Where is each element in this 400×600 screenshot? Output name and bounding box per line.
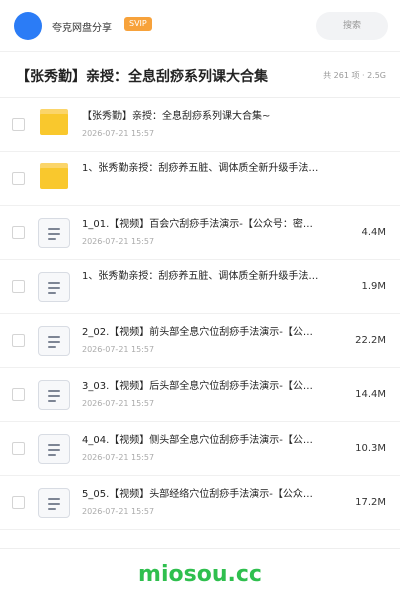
- footer-divider: [0, 548, 400, 549]
- avatar[interactable]: [14, 12, 42, 40]
- item-checkbox[interactable]: [12, 496, 25, 509]
- item-date: 2026-07-21 15:57: [82, 399, 155, 408]
- item-date: 2026-07-21 15:57: [82, 345, 155, 354]
- item-checkbox[interactable]: [12, 118, 25, 131]
- item-name: 2_02.【视频】前头部全息穴位刮痧手法演示-【公…: [82, 327, 313, 338]
- item-date: 2026-07-21 15:57: [82, 507, 155, 516]
- list-item[interactable]: 1、张秀勤亲授：刮痧养五脏、调体质全新升级手法…: [0, 152, 400, 206]
- item-checkbox[interactable]: [12, 172, 25, 185]
- item-name: 4_04.【视频】侧头部全息穴位刮痧手法演示-【公…: [82, 435, 313, 446]
- list-item[interactable]: 1、张秀勤亲授：刮痧养五脏、调体质全新升级手法… 1.9M: [0, 260, 400, 314]
- item-date: 2026-07-21 15:57: [82, 129, 155, 138]
- file-list: 【张秀勤】亲授：全息刮痧系列课大合集~ 2026-07-21 15:57 1、张…: [0, 98, 400, 530]
- item-name: 3_03.【视频】后头部全息穴位刮痧手法演示-【公…: [82, 381, 313, 392]
- list-item[interactable]: 1_01.【视频】百会穴刮痧手法演示-【公众号：密… 2026-07-21 15…: [0, 206, 400, 260]
- item-name: 1、张秀勤亲授：刮痧养五脏、调体质全新升级手法…: [82, 163, 319, 174]
- list-item[interactable]: 5_05.【视频】头部经络穴位刮痧手法演示-【公众… 2026-07-21 15…: [0, 476, 400, 530]
- item-name: 1、张秀勤亲授：刮痧养五脏、调体质全新升级手法…: [82, 271, 319, 282]
- list-item[interactable]: 【张秀勤】亲授：全息刮痧系列课大合集~ 2026-07-21 15:57: [0, 98, 400, 152]
- item-size: 4.4M: [361, 227, 386, 238]
- item-date: 2026-07-21 15:57: [82, 237, 155, 246]
- item-checkbox[interactable]: [12, 280, 25, 293]
- file-icon: [38, 272, 70, 302]
- watermark: miosou.cc: [138, 562, 262, 587]
- file-icon: [38, 380, 70, 410]
- item-checkbox[interactable]: [12, 442, 25, 455]
- item-name: 【张秀勤】亲授：全息刮痧系列课大合集~: [82, 111, 271, 122]
- item-size: 10.3M: [355, 443, 386, 454]
- list-item[interactable]: 4_04.【视频】侧头部全息穴位刮痧手法演示-【公… 2026-07-21 15…: [0, 422, 400, 476]
- list-item[interactable]: 2_02.【视频】前头部全息穴位刮痧手法演示-【公… 2026-07-21 15…: [0, 314, 400, 368]
- item-checkbox[interactable]: [12, 388, 25, 401]
- file-icon: [38, 218, 70, 248]
- svip-badge: SVIP: [124, 17, 152, 31]
- item-size: 22.2M: [355, 335, 386, 346]
- item-name: 5_05.【视频】头部经络穴位刮痧手法演示-【公众…: [82, 489, 313, 500]
- file-icon: [38, 488, 70, 518]
- file-icon: [38, 434, 70, 464]
- title-row: 【张秀勤】亲授：全息刮痧系列课大合集 共 261 项 · 2.5G: [0, 52, 400, 98]
- page-title: 【张秀勤】亲授：全息刮痧系列课大合集: [16, 69, 268, 85]
- item-count: 共 261 项 · 2.5G: [323, 71, 386, 80]
- folder-icon: [40, 163, 68, 189]
- app-name: 夸克网盘分享: [52, 23, 112, 34]
- item-size: 1.9M: [361, 281, 386, 292]
- top-bar: 夸克网盘分享 SVIP 搜索: [0, 0, 400, 52]
- item-name: 1_01.【视频】百会穴刮痧手法演示-【公众号：密…: [82, 219, 313, 230]
- file-icon: [38, 326, 70, 356]
- folder-icon: [40, 109, 68, 135]
- item-checkbox[interactable]: [12, 334, 25, 347]
- search-input[interactable]: 搜索: [316, 12, 388, 40]
- list-item[interactable]: 3_03.【视频】后头部全息穴位刮痧手法演示-【公… 2026-07-21 15…: [0, 368, 400, 422]
- item-checkbox[interactable]: [12, 226, 25, 239]
- item-date: 2026-07-21 15:57: [82, 453, 155, 462]
- item-size: 14.4M: [355, 389, 386, 400]
- item-size: 17.2M: [355, 497, 386, 508]
